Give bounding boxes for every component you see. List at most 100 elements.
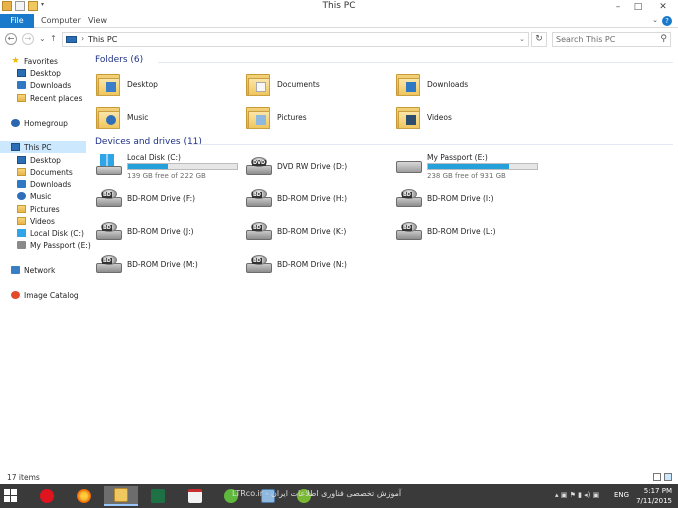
tab-file[interactable]: File xyxy=(0,14,34,28)
drive-tile-bd-l[interactable]: BD BD-ROM Drive (L:) xyxy=(390,216,540,248)
folder-tile-documents[interactable]: Documents xyxy=(240,69,390,101)
window-title: This PC xyxy=(322,1,356,11)
drive-d-label: DVD RW Drive (D:) xyxy=(277,162,348,171)
folder-tile-music-label: Music xyxy=(127,113,149,122)
drive-i-label: BD-ROM Drive (I:) xyxy=(427,194,494,203)
windows-drive-icon xyxy=(96,154,122,176)
devices-divider xyxy=(190,144,673,145)
back-button[interactable]: ← xyxy=(5,33,17,45)
large-icons-view-icon[interactable] xyxy=(664,473,672,481)
drive-l-label: BD-ROM Drive (L:) xyxy=(427,227,496,236)
nav-pc-desktop-label: Desktop xyxy=(30,155,61,165)
nav-network[interactable]: Network xyxy=(11,264,97,276)
start-button[interactable] xyxy=(4,489,18,503)
folders-group-header[interactable]: Folders (6) xyxy=(95,55,143,65)
nav-pc-pictures-label: Pictures xyxy=(30,204,60,214)
drive-tile-bd-k[interactable]: BD BD-ROM Drive (K:) xyxy=(240,216,390,248)
drive-k-label: BD-ROM Drive (K:) xyxy=(277,227,347,236)
nav-this-pc[interactable]: This PC xyxy=(0,141,86,153)
folder-tile-downloads[interactable]: Downloads xyxy=(390,69,540,101)
calendar-icon xyxy=(188,489,202,503)
drive-tile-bd-m[interactable]: BD BD-ROM Drive (M:) xyxy=(90,249,240,281)
drive-tile-bd-j[interactable]: BD BD-ROM Drive (J:) xyxy=(90,216,240,248)
status-bar: 17 items xyxy=(0,470,678,484)
item-count: 17 items xyxy=(7,473,40,482)
details-view-icon[interactable] xyxy=(653,473,661,481)
opera-icon xyxy=(40,489,54,503)
nav-pc-my-passport-label: My Passport (E:) xyxy=(30,240,91,250)
taskbar-excel[interactable] xyxy=(141,486,175,506)
input-language[interactable]: ENG xyxy=(614,491,629,499)
tab-computer[interactable]: Computer xyxy=(41,14,81,28)
downloads-icon xyxy=(17,180,26,188)
nav-this-pc-label: This PC xyxy=(24,142,52,152)
folder-tile-documents-label: Documents xyxy=(277,80,320,89)
close-button[interactable]: ✕ xyxy=(648,0,678,14)
downloads-folder-icon xyxy=(396,72,420,96)
up-button[interactable]: ↑ xyxy=(50,34,57,43)
folder-tile-desktop[interactable]: Desktop xyxy=(90,69,240,101)
taskbar-firefox[interactable] xyxy=(67,486,101,506)
chevron-down-icon[interactable]: ⌄ xyxy=(519,35,525,43)
bd-rom-drive-icon: BD xyxy=(396,189,422,209)
tab-view[interactable]: View xyxy=(88,14,107,28)
forward-button[interactable]: → xyxy=(22,33,34,45)
folder-tile-music[interactable]: Music xyxy=(90,102,240,134)
taskbar-calendar[interactable] xyxy=(178,486,212,506)
drive-tile-bd-n[interactable]: BD BD-ROM Drive (N:) xyxy=(240,249,390,281)
navigation-bar: ← → ⌄ ↑ › This PC ⌄ ↻ ⚲ xyxy=(0,29,678,49)
nav-pc-downloads-label: Downloads xyxy=(30,179,72,189)
drive-c-usage-bar xyxy=(127,163,238,170)
search-box[interactable]: ⚲ xyxy=(552,32,671,47)
search-input[interactable] xyxy=(556,34,651,45)
watermark-text: LTRco.ir - آموزش تخصصی فناوری اطلاعات ای… xyxy=(232,489,402,498)
nav-favorites[interactable]: ★ Favorites xyxy=(11,55,97,67)
system-tray-icons[interactable]: ▴ ▣ ⚑ ▮ ◂) ▣ xyxy=(555,491,599,499)
drive-tile-my-passport-e[interactable]: My Passport (E:) 238 GB free of 931 GB xyxy=(390,151,540,183)
expand-ribbon-icon[interactable]: ⌄ xyxy=(652,16,658,24)
nav-image-catalog[interactable]: Image Catalog xyxy=(11,289,97,301)
folder-tile-pictures[interactable]: Pictures xyxy=(240,102,390,134)
help-icon[interactable]: ? xyxy=(662,16,672,26)
minimize-button[interactable]: – xyxy=(608,0,628,14)
nav-fav-downloads-label: Downloads xyxy=(30,80,72,90)
drive-c-usage-fill xyxy=(128,164,169,169)
nav-homegroup[interactable]: Homegroup xyxy=(11,117,97,129)
clock-date: 7/11/2015 xyxy=(636,497,672,505)
drive-c-label: Local Disk (C:) xyxy=(127,153,181,162)
drive-tile-bd-h[interactable]: BD BD-ROM Drive (H:) xyxy=(240,183,390,215)
refresh-button[interactable]: ↻ xyxy=(531,32,547,47)
documents-folder-icon xyxy=(246,72,270,96)
drive-tile-local-disk-c[interactable]: Local Disk (C:) 139 GB free of 222 GB xyxy=(90,151,240,183)
this-pc-icon xyxy=(66,36,77,43)
drive-tile-bd-f[interactable]: BD BD-ROM Drive (F:) xyxy=(90,183,240,215)
address-bar[interactable]: › This PC ⌄ xyxy=(62,32,529,47)
nav-favorites-label: Favorites xyxy=(24,56,58,66)
drive-tile-dvd-d[interactable]: DVD DVD RW Drive (D:) xyxy=(240,151,390,183)
excel-icon xyxy=(151,489,165,503)
taskbar-file-explorer[interactable] xyxy=(104,486,138,506)
navigation-pane: ★ Favorites Desktop Downloads Recent pla… xyxy=(0,50,91,470)
ribbon-tabs: File Computer View ⌄ ? xyxy=(0,14,678,28)
recent-locations-icon[interactable]: ⌄ xyxy=(39,34,46,43)
pictures-icon xyxy=(17,205,26,213)
folder-tile-downloads-label: Downloads xyxy=(427,80,469,89)
clock[interactable]: 5:17 PM 7/11/2015 xyxy=(636,486,672,506)
this-pc-icon xyxy=(11,143,20,151)
music-icon xyxy=(17,192,26,200)
videos-folder-icon xyxy=(396,105,420,129)
drive-f-label: BD-ROM Drive (F:) xyxy=(127,194,196,203)
folder-tile-videos[interactable]: Videos xyxy=(390,102,540,134)
devices-group-header[interactable]: Devices and drives (11) xyxy=(95,137,202,147)
drive-tile-bd-i[interactable]: BD BD-ROM Drive (I:) xyxy=(390,183,540,215)
network-icon xyxy=(11,266,20,274)
nav-pc-local-disk-label: Local Disk (C:) xyxy=(30,228,84,238)
external-drive-icon xyxy=(396,161,422,173)
search-icon[interactable]: ⚲ xyxy=(660,34,667,44)
taskbar-opera[interactable] xyxy=(30,486,64,506)
breadcrumb-this-pc[interactable]: This PC xyxy=(88,35,117,44)
folder-tile-desktop-label: Desktop xyxy=(127,80,158,89)
maximize-button[interactable]: □ xyxy=(628,0,648,14)
breadcrumb-separator-icon[interactable]: › xyxy=(81,34,84,43)
nav-network-label: Network xyxy=(24,265,56,275)
